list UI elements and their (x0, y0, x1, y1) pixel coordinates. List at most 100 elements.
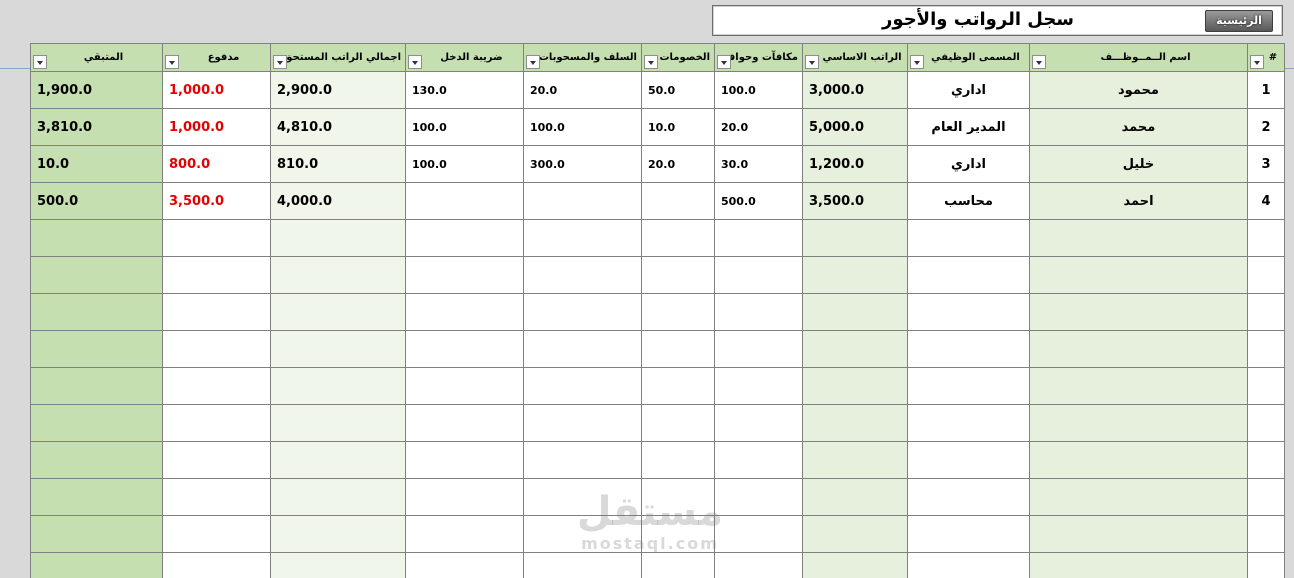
cell-paid[interactable] (162, 515, 271, 553)
cell-bonus[interactable]: 100.0 (714, 71, 803, 109)
cell-total[interactable] (270, 404, 406, 442)
cell-total[interactable] (270, 367, 406, 405)
cell-deductions[interactable] (641, 219, 715, 257)
cell-idx[interactable] (1247, 256, 1285, 294)
filter-dropdown-icon[interactable] (805, 55, 819, 69)
cell-idx[interactable] (1247, 367, 1285, 405)
cell-name[interactable] (1029, 219, 1248, 257)
cell-remaining[interactable] (30, 478, 163, 516)
cell-remaining[interactable]: 10.0 (30, 145, 163, 183)
cell-name[interactable]: خليل (1029, 145, 1248, 183)
cell-paid[interactable] (162, 219, 271, 257)
filter-dropdown-icon[interactable] (526, 55, 540, 69)
cell-name[interactable] (1029, 330, 1248, 368)
cell-tax[interactable]: 100.0 (405, 108, 524, 146)
cell-idx[interactable]: 1 (1247, 71, 1285, 109)
cell-advances[interactable] (523, 404, 642, 442)
cell-basic[interactable] (802, 219, 908, 257)
cell-total[interactable] (270, 515, 406, 553)
filter-dropdown-icon[interactable] (33, 55, 47, 69)
cell-job[interactable]: المدير العام (907, 108, 1030, 146)
cell-basic[interactable] (802, 478, 908, 516)
cell-bonus[interactable]: 30.0 (714, 145, 803, 183)
cell-tax[interactable]: 130.0 (405, 71, 524, 109)
cell-name[interactable]: محمد (1029, 108, 1248, 146)
cell-deductions[interactable] (641, 293, 715, 331)
cell-idx[interactable] (1247, 441, 1285, 479)
cell-bonus[interactable] (714, 515, 803, 553)
cell-bonus[interactable] (714, 256, 803, 294)
cell-basic[interactable] (802, 441, 908, 479)
cell-job[interactable] (907, 515, 1030, 553)
filter-dropdown-icon[interactable] (273, 55, 287, 69)
cell-job[interactable]: محاسب (907, 182, 1030, 220)
cell-name[interactable] (1029, 293, 1248, 331)
cell-basic[interactable]: 3,000.0 (802, 71, 908, 109)
cell-name[interactable]: محمود (1029, 71, 1248, 109)
cell-tax[interactable] (405, 330, 524, 368)
cell-tax[interactable] (405, 367, 524, 405)
cell-tax[interactable]: 100.0 (405, 145, 524, 183)
cell-basic[interactable] (802, 367, 908, 405)
cell-advances[interactable] (523, 256, 642, 294)
cell-advances[interactable] (523, 552, 642, 578)
cell-basic[interactable]: 1,200.0 (802, 145, 908, 183)
filter-dropdown-icon[interactable] (644, 55, 658, 69)
cell-basic[interactable] (802, 293, 908, 331)
cell-total[interactable]: 2,900.0 (270, 71, 406, 109)
cell-bonus[interactable] (714, 441, 803, 479)
cell-bonus[interactable] (714, 478, 803, 516)
cell-basic[interactable] (802, 404, 908, 442)
cell-idx[interactable] (1247, 515, 1285, 553)
cell-remaining[interactable] (30, 515, 163, 553)
cell-tax[interactable] (405, 441, 524, 479)
cell-advances[interactable]: 20.0 (523, 71, 642, 109)
cell-total[interactable] (270, 330, 406, 368)
cell-deductions[interactable]: 20.0 (641, 145, 715, 183)
cell-paid[interactable]: 3,500.0 (162, 182, 271, 220)
cell-job[interactable] (907, 552, 1030, 578)
cell-tax[interactable] (405, 256, 524, 294)
cell-job[interactable] (907, 293, 1030, 331)
cell-name[interactable] (1029, 404, 1248, 442)
cell-remaining[interactable] (30, 219, 163, 257)
cell-advances[interactable] (523, 478, 642, 516)
cell-paid[interactable]: 1,000.0 (162, 71, 271, 109)
cell-remaining[interactable] (30, 404, 163, 442)
cell-advances[interactable] (523, 441, 642, 479)
cell-total[interactable] (270, 219, 406, 257)
filter-dropdown-icon[interactable] (165, 55, 179, 69)
cell-deductions[interactable]: 50.0 (641, 71, 715, 109)
cell-deductions[interactable] (641, 256, 715, 294)
cell-remaining[interactable]: 3,810.0 (30, 108, 163, 146)
cell-bonus[interactable] (714, 552, 803, 578)
cell-bonus[interactable] (714, 293, 803, 331)
cell-remaining[interactable] (30, 367, 163, 405)
cell-tax[interactable] (405, 478, 524, 516)
cell-name[interactable] (1029, 256, 1248, 294)
cell-tax[interactable] (405, 293, 524, 331)
cell-idx[interactable]: 3 (1247, 145, 1285, 183)
cell-deductions[interactable] (641, 367, 715, 405)
cell-basic[interactable]: 3,500.0 (802, 182, 908, 220)
cell-bonus[interactable]: 20.0 (714, 108, 803, 146)
cell-remaining[interactable] (30, 330, 163, 368)
cell-advances[interactable] (523, 219, 642, 257)
cell-bonus[interactable] (714, 330, 803, 368)
cell-total[interactable]: 4,000.0 (270, 182, 406, 220)
cell-tax[interactable] (405, 182, 524, 220)
cell-paid[interactable]: 1,000.0 (162, 108, 271, 146)
cell-job[interactable]: اداري (907, 145, 1030, 183)
cell-total[interactable] (270, 478, 406, 516)
cell-tax[interactable] (405, 404, 524, 442)
cell-basic[interactable] (802, 256, 908, 294)
cell-job[interactable] (907, 367, 1030, 405)
cell-paid[interactable] (162, 552, 271, 578)
filter-dropdown-icon[interactable] (1032, 55, 1046, 69)
cell-remaining[interactable]: 500.0 (30, 182, 163, 220)
cell-name[interactable] (1029, 441, 1248, 479)
cell-paid[interactable] (162, 293, 271, 331)
cell-paid[interactable] (162, 404, 271, 442)
cell-advances[interactable] (523, 367, 642, 405)
cell-idx[interactable] (1247, 478, 1285, 516)
